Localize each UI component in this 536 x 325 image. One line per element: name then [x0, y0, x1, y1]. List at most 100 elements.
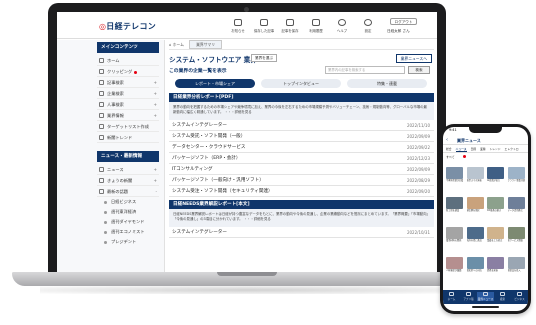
- sidebar-item-clipping[interactable]: クリッピング: [97, 66, 159, 77]
- app-logo[interactable]: ◎日経テレコン: [99, 21, 156, 32]
- news-tile[interactable]: 半導体需要が回復: [446, 167, 463, 186]
- tab-interviews[interactable]: トップインタビュー: [261, 79, 341, 88]
- news-tile[interactable]: 業績を上方修正: [487, 227, 504, 246]
- phone-tab-active[interactable]: ニュース: [455, 147, 467, 152]
- bullet-icon: [104, 201, 107, 204]
- nav-save-article[interactable]: 記事を保存: [277, 19, 303, 33]
- sidebar-subitem[interactable]: プレジデント: [97, 237, 159, 247]
- bottom-nav-item[interactable]: ビジネス: [511, 292, 528, 301]
- news-tile[interactable]: データ活用進む: [507, 197, 525, 216]
- sidebar-subitem[interactable]: 週刊ダイヤモンド: [97, 217, 159, 227]
- bottom-nav-item[interactable]: 業界ニュース: [477, 292, 494, 301]
- news-caption: 提携を発表: [487, 269, 498, 272]
- news-tile[interactable]: DX推進の動き: [487, 197, 504, 216]
- report-row[interactable]: システム受託・ソフト開発（一般） 2022/09/09: [169, 131, 434, 142]
- expand-icon[interactable]: +: [153, 164, 157, 175]
- tab-reports[interactable]: レポート・市場シェア: [175, 79, 255, 88]
- bottom-nav-item[interactable]: 検索: [494, 292, 511, 301]
- news-tile[interactable]: 通信網を強化: [466, 197, 484, 216]
- newspaper-icon: [99, 178, 104, 183]
- news-tile[interactable]: 海外市場に進出: [466, 227, 484, 246]
- sidebar-item-newspaper-trend[interactable]: 新聞トレンド: [97, 132, 159, 143]
- laptop-screen: ◎日経テレコン お知らせ 保存した記事 記事を保存 利用履歴 ヘルプ 設定 ログ…: [57, 12, 437, 274]
- breadcrumb-home[interactable]: ホーム: [173, 42, 184, 47]
- bullet-icon: [104, 241, 107, 244]
- news-tile[interactable]: 電池材料の開発: [446, 227, 463, 246]
- nav-saved-articles[interactable]: 保存した記事: [251, 19, 277, 33]
- news-thumbnail: [466, 197, 484, 209]
- select-industry-button[interactable]: 業界を選ぶ: [251, 54, 277, 62]
- report-row[interactable]: ITコンサルティング 2022/09/09: [169, 164, 434, 175]
- phone-tab[interactable]: 日経: [470, 147, 476, 151]
- breadcrumb-tab-summary[interactable]: 業界サマリ: [189, 40, 223, 49]
- nav-history[interactable]: 利用履歴: [303, 19, 329, 33]
- nav-help[interactable]: ヘルプ: [329, 19, 355, 33]
- sidebar-subitem[interactable]: 日経ビジネス: [97, 197, 159, 207]
- news-tile[interactable]: 新工場を建設: [446, 197, 463, 216]
- sidebar-item-industry[interactable]: 業界情報 +: [97, 110, 159, 121]
- news-tile[interactable]: クラウド事業好調: [507, 167, 525, 186]
- news-thumbnail: [446, 197, 463, 209]
- main-content: ⌂ ホーム 業界サマリ システム・ソフトウエア 業界 業界を選ぶ 業界ニュースへ…: [169, 40, 434, 274]
- nav-settings[interactable]: 設定: [355, 19, 381, 33]
- expand-icon[interactable]: +: [153, 77, 157, 88]
- help-icon: [338, 19, 346, 26]
- sidebar-item-news[interactable]: ニュース +: [97, 164, 159, 175]
- nav-notifications[interactable]: お知らせ: [225, 19, 251, 33]
- app-header: ◎日経テレコン お知らせ 保存した記事 記事を保存 利用履歴 ヘルプ 設定 ログ…: [57, 12, 437, 39]
- content-tabs: レポート・市場シェア トップインタビュー 特集・連載: [175, 79, 428, 88]
- expand-icon[interactable]: +: [153, 99, 157, 110]
- bottom-nav-item[interactable]: ホーム: [443, 292, 460, 301]
- sidebar-item-home[interactable]: ホーム: [97, 55, 159, 66]
- company-list-link[interactable]: この業界の企業一覧を表示: [169, 67, 227, 74]
- report-row[interactable]: パッケージソフト（ERP・会計） 2022/12/23: [169, 153, 434, 164]
- phone-bottom-nav: ホーム アプリ版 業界ニュース 検索 ビジネス: [443, 290, 528, 304]
- news-tile[interactable]: 人材確保が課題: [446, 257, 463, 276]
- report-row[interactable]: パッケージソフト（一般向け・汎用ソフト） 2022/08/29: [169, 175, 434, 186]
- expand-icon[interactable]: +: [153, 110, 157, 121]
- sidebar-item-company-search[interactable]: 企業検索 +: [97, 88, 159, 99]
- sidebar-item-article-search[interactable]: 記事検索 +: [97, 77, 159, 88]
- phone-filter-label[interactable]: すべて: [446, 155, 455, 159]
- report-row[interactable]: システム受注・ソフト開発（セキュリティ関連） 2022/09/20: [169, 186, 434, 197]
- collapse-icon[interactable]: -: [155, 186, 157, 197]
- tab-features[interactable]: 特集・連載: [347, 79, 427, 88]
- news-caption: 新サービス開始: [507, 239, 523, 242]
- news-thumbnail: [507, 227, 525, 239]
- bottom-nav-item[interactable]: アプリ版: [460, 292, 477, 301]
- news-thumbnail: [487, 257, 504, 269]
- phone-tab[interactable]: 業種: [480, 147, 486, 151]
- report-row[interactable]: システムインテグレーター 2022/10/31: [169, 227, 434, 238]
- report-row[interactable]: システムインテグレーター 2022/11/10: [169, 120, 434, 131]
- news-tile[interactable]: 新型スマホ発表: [466, 167, 484, 186]
- expand-icon[interactable]: +: [153, 88, 157, 99]
- phone-frame: 9:41 ‹ 業界ニュース 総合 ニュース 日経 業種 トレンド エレクトロ す…: [440, 124, 531, 314]
- sidebar-item-target-list[interactable]: ターゲットリスト作成: [97, 121, 159, 132]
- report-row[interactable]: データセンター・クラウドサービス 2022/09/22: [169, 142, 434, 153]
- phone-tab[interactable]: トレンド: [489, 147, 500, 151]
- laptop-notch: [217, 272, 277, 276]
- nav-icon: [500, 292, 505, 296]
- new-badge: [134, 70, 138, 74]
- news-tile[interactable]: 提携を発表: [487, 257, 504, 276]
- sidebar-item-todays-paper[interactable]: きょうの新聞 +: [97, 175, 159, 186]
- phone-tab[interactable]: 総合: [446, 147, 452, 151]
- back-icon[interactable]: ‹: [446, 137, 448, 143]
- news-tile[interactable]: 新製品を投入: [507, 257, 525, 276]
- breadcrumb: ⌂ ホーム 業界サマリ: [169, 40, 434, 50]
- phone-tab[interactable]: エレクトロ: [505, 147, 519, 151]
- expand-icon[interactable]: +: [153, 175, 157, 186]
- industry-news-button[interactable]: 業界ニュースへ: [395, 54, 432, 63]
- sidebar-subitem[interactable]: 週刊エコノミスト: [97, 227, 159, 237]
- news-tile[interactable]: 脱炭素への対応: [466, 257, 484, 276]
- news-tile[interactable]: AI投資が拡大: [487, 167, 504, 186]
- sidebar-item-people-search[interactable]: 人事検索 +: [97, 99, 159, 110]
- phone-notch: [469, 127, 502, 133]
- search-button[interactable]: 検索: [408, 66, 430, 74]
- bottom-nav-label: 業界ニュース: [477, 298, 494, 301]
- sidebar-item-latest-topics[interactable]: 最新の話題 -: [97, 186, 159, 197]
- logout-button[interactable]: ログアウト: [390, 18, 417, 25]
- search-input[interactable]: 業界内の記事を検索する: [325, 66, 405, 74]
- sidebar-subitem[interactable]: 週刊東洋経済: [97, 207, 159, 217]
- news-tile[interactable]: 新サービス開始: [507, 227, 525, 246]
